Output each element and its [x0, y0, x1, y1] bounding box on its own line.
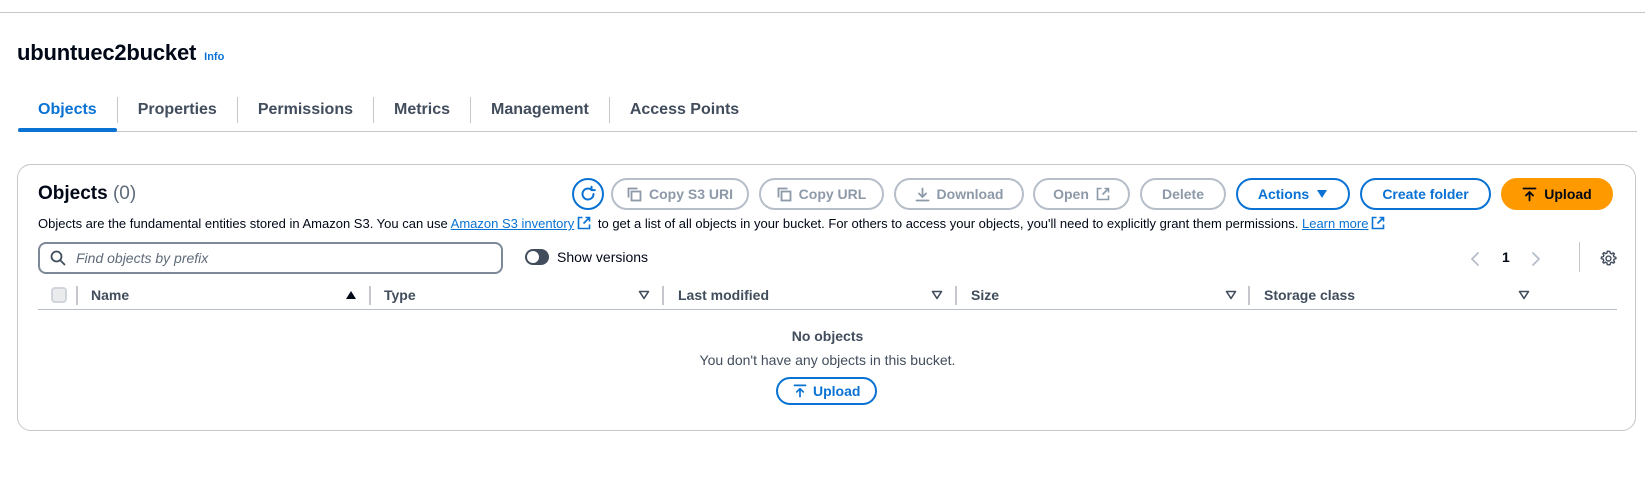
upload-label: Upload: [1544, 186, 1592, 202]
tab-permissions[interactable]: Permissions: [238, 88, 373, 131]
tab-properties[interactable]: Properties: [118, 88, 237, 131]
column-header-type[interactable]: Type: [384, 280, 416, 310]
learn-more-link[interactable]: Learn more: [1302, 216, 1368, 231]
show-versions-label: Show versions: [557, 249, 649, 265]
page-title: ubuntuec2bucket: [17, 40, 197, 65]
copy-url-button[interactable]: Copy URL: [759, 178, 884, 210]
tab-metrics[interactable]: Metrics: [374, 88, 470, 131]
sort-ascending-icon[interactable]: [345, 290, 357, 300]
chevron-right-icon[interactable]: [1531, 251, 1541, 267]
upload-icon: [1522, 187, 1537, 201]
select-all-checkbox[interactable]: [51, 287, 67, 303]
open-button[interactable]: Open: [1033, 178, 1130, 210]
upload-icon: [793, 384, 807, 398]
top-divider: [0, 12, 1645, 13]
delete-button[interactable]: Delete: [1140, 178, 1226, 210]
column-header-last-modified[interactable]: Last modified: [678, 280, 769, 310]
sort-icon[interactable]: [1518, 290, 1530, 300]
delete-label: Delete: [1161, 186, 1205, 202]
empty-state-message: You don't have any objects in this bucke…: [699, 352, 956, 368]
show-versions-control: Show versions: [525, 249, 648, 265]
pager-divider: [1579, 242, 1580, 272]
tab-management[interactable]: Management: [471, 88, 609, 131]
description-text: to get a list of all objects in your buc…: [597, 216, 1299, 231]
download-icon: [915, 187, 929, 201]
actions-label: Actions: [1257, 186, 1310, 202]
empty-state-upload-button[interactable]: Upload: [776, 377, 878, 405]
copy-url-label: Copy URL: [798, 186, 867, 202]
external-link-icon: [1372, 216, 1385, 230]
column-header-size[interactable]: Size: [971, 280, 999, 310]
description-text: Objects are the fundamental entities sto…: [38, 216, 448, 231]
table-header: Name Type Last modified Size Storage cla…: [38, 280, 1617, 310]
tab-access-points[interactable]: Access Points: [610, 88, 759, 131]
refresh-icon: [581, 185, 596, 201]
upload-button[interactable]: Upload: [1501, 178, 1613, 210]
page-number[interactable]: 1: [1502, 249, 1510, 265]
sort-icon[interactable]: [1225, 290, 1237, 300]
empty-state-upload-label: Upload: [813, 383, 861, 399]
create-folder-button[interactable]: Create folder: [1360, 178, 1491, 210]
open-label: Open: [1053, 186, 1089, 202]
show-versions-toggle[interactable]: [525, 249, 549, 265]
column-separator: [76, 286, 78, 305]
external-link-icon: [1096, 187, 1110, 201]
column-header-name[interactable]: Name: [91, 280, 129, 310]
copy-s3-uri-button[interactable]: Copy S3 URI: [611, 178, 749, 210]
download-label: Download: [936, 186, 1004, 202]
tab-bar: Objects Properties Permissions Metrics M…: [18, 88, 1637, 132]
copy-icon: [627, 187, 642, 201]
objects-count: (0): [112, 183, 137, 204]
download-button[interactable]: Download: [894, 178, 1024, 210]
column-separator: [955, 286, 957, 305]
search-input[interactable]: [74, 249, 474, 267]
sort-icon[interactable]: [638, 290, 650, 300]
objects-panel-title: Objects (0): [38, 183, 136, 205]
actions-dropdown[interactable]: Actions: [1236, 178, 1350, 210]
column-header-storage-class[interactable]: Storage class: [1264, 280, 1355, 310]
refresh-button[interactable]: [572, 178, 604, 210]
copy-icon: [777, 187, 792, 201]
objects-panel: Objects (0) Copy S3 URI Copy URL Downloa…: [17, 164, 1636, 431]
empty-state-title: No objects: [791, 328, 864, 344]
chevron-left-icon[interactable]: [1470, 251, 1480, 267]
page-header: ubuntuec2bucket Info: [17, 40, 224, 66]
search-icon: [50, 250, 66, 266]
create-folder-label: Create folder: [1382, 186, 1469, 202]
s3-inventory-link[interactable]: Amazon S3 inventory: [451, 216, 575, 231]
gear-icon[interactable]: [1600, 250, 1617, 267]
tab-objects[interactable]: Objects: [18, 88, 117, 132]
search-field: [38, 242, 503, 274]
caret-down-icon: [1317, 190, 1328, 198]
objects-title-text: Objects: [38, 183, 108, 204]
external-link-icon: [577, 216, 591, 230]
column-separator: [369, 286, 371, 305]
copy-s3-uri-label: Copy S3 URI: [648, 186, 733, 202]
sort-icon[interactable]: [931, 290, 943, 300]
info-link[interactable]: Info: [204, 51, 224, 63]
column-separator: [1248, 286, 1250, 305]
column-separator: [662, 286, 664, 305]
objects-description: Objects are the fundamental entities sto…: [38, 216, 1388, 231]
